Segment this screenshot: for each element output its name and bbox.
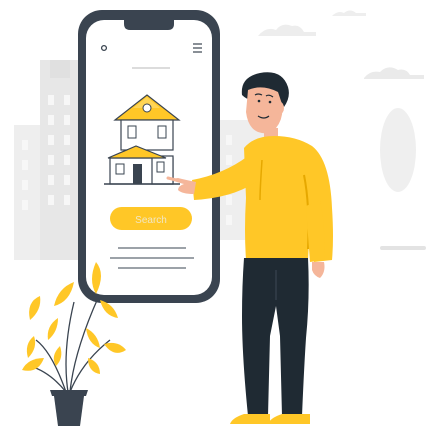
search-button-label: Search	[135, 215, 167, 226]
decor-shape-icon	[380, 108, 426, 250]
search-button[interactable]: Search	[110, 207, 192, 230]
illustration-canvas: Search	[0, 0, 436, 427]
scene: Search	[14, 10, 426, 426]
